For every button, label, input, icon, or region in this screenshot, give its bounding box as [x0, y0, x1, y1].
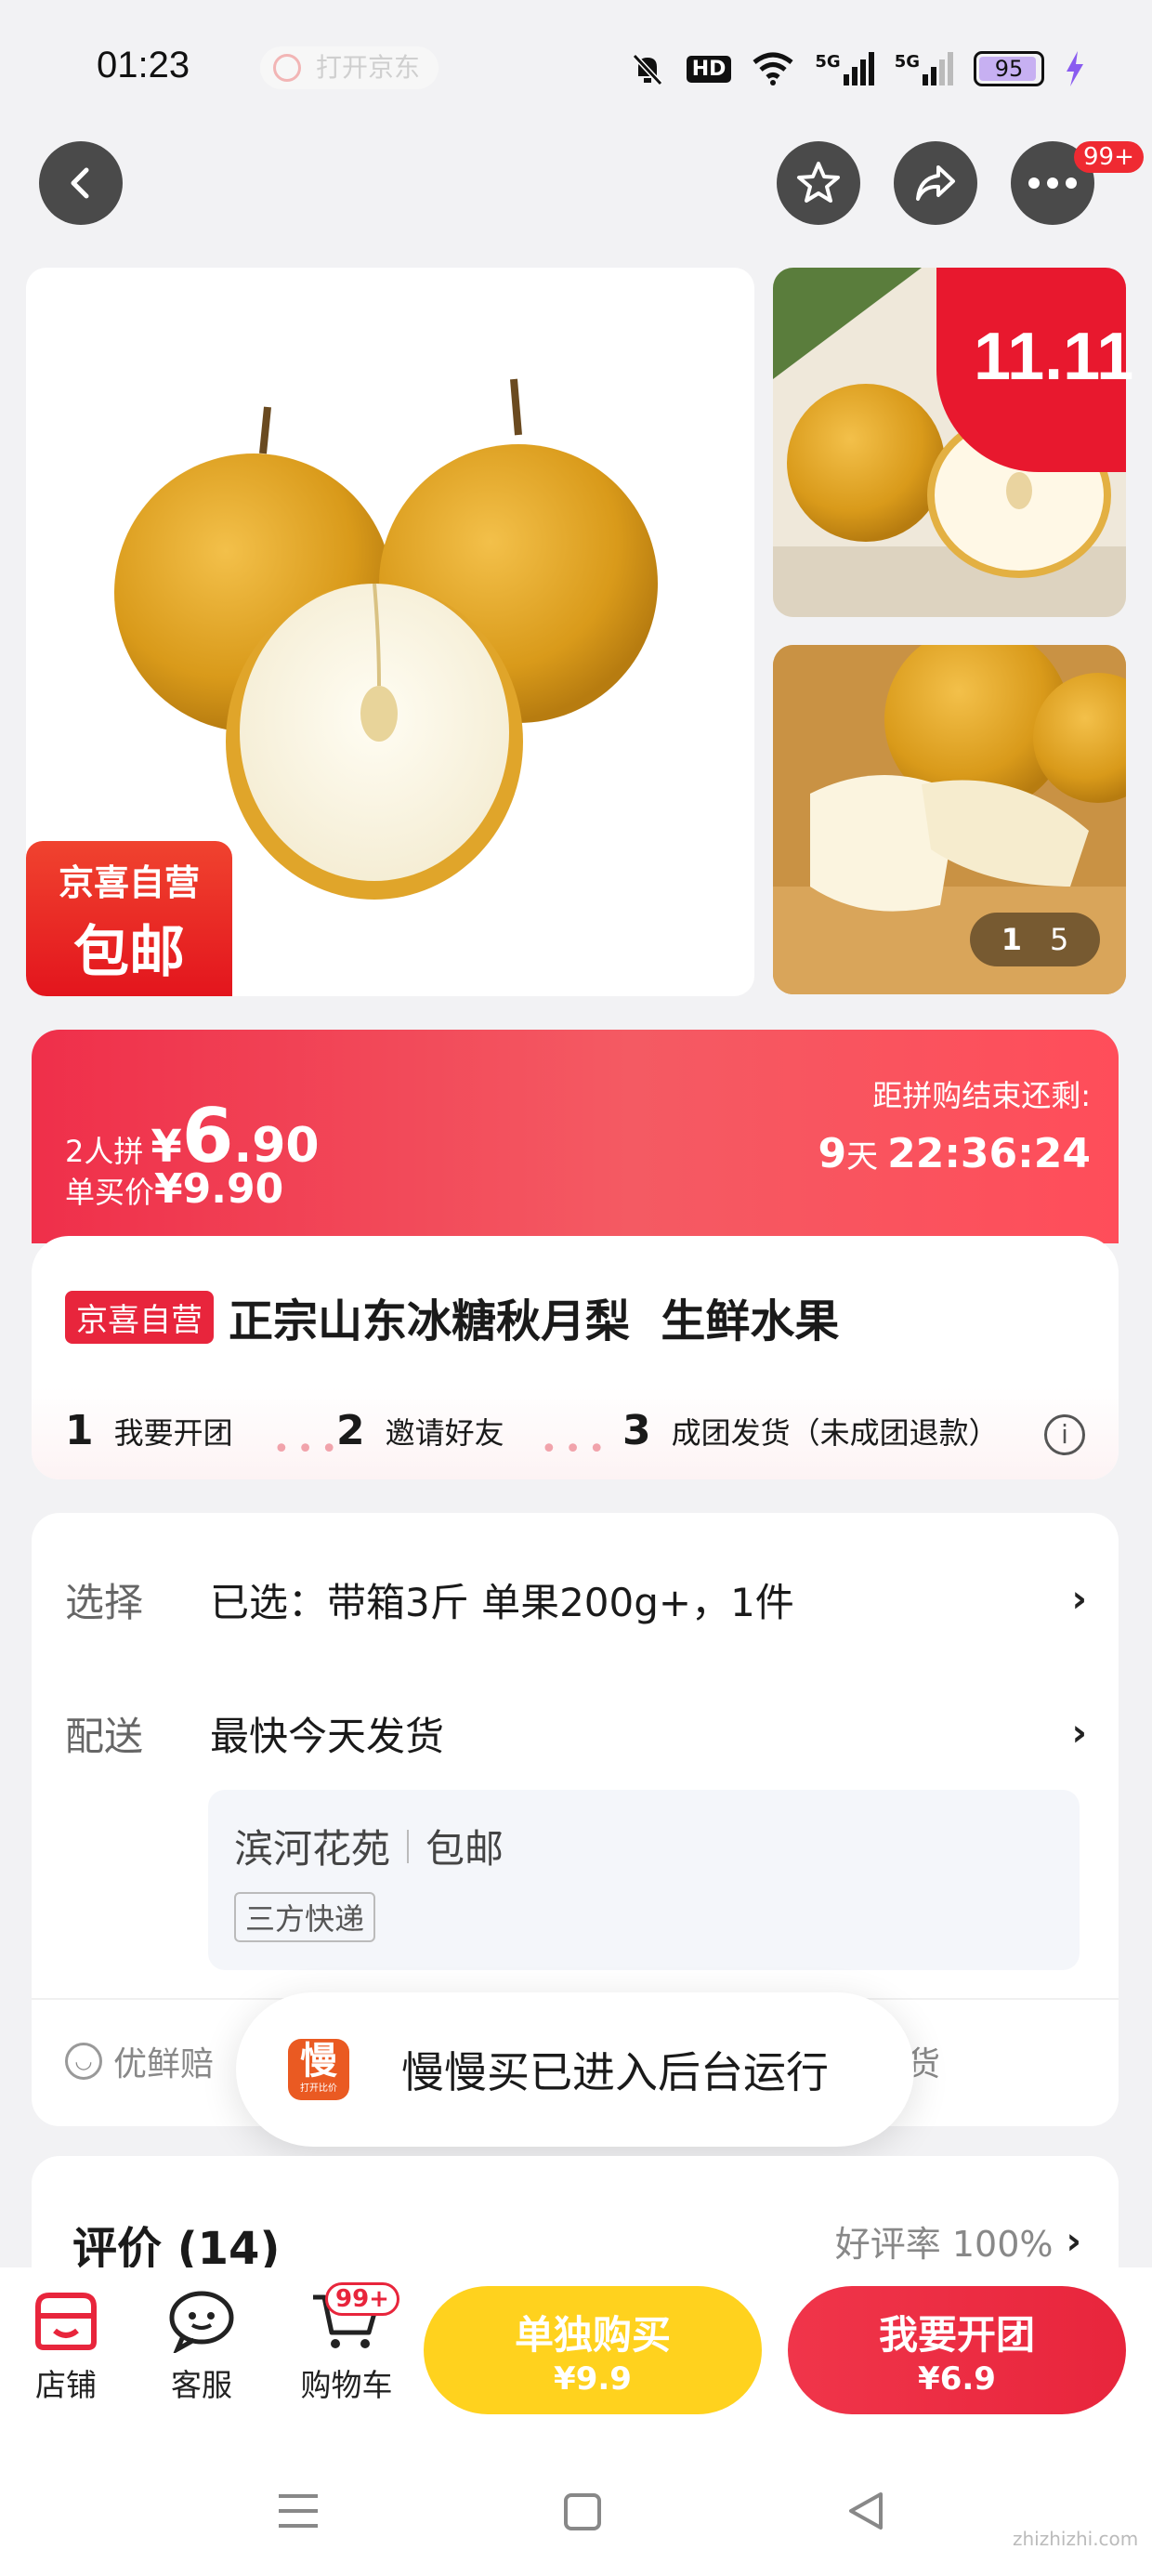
open-jd-label: 打开京东: [316, 52, 421, 83]
share-icon: [916, 165, 955, 201]
open-jd-pill[interactable]: 打开京东: [260, 46, 439, 89]
back-nav-button[interactable]: [845, 2491, 886, 2535]
buy-alone-price: ¥9.9: [554, 2359, 632, 2398]
toast-message: 慢慢买已进入后台运行: [401, 2047, 829, 2097]
group-buy-price-banner: 2人拼 ¥ 6 .90 单买价 ¥9.90 距拼购结束还剩: 9 天 22:36…: [32, 1030, 1119, 1243]
chevron-right-icon: ›: [1071, 1578, 1087, 1621]
charging-icon: [1067, 51, 1083, 86]
select-label: 选择: [65, 1579, 144, 1625]
watermark: zhizhizhi.com: [1013, 2528, 1139, 2550]
cart-label: 购物车: [300, 2367, 393, 2403]
step-3: 3 成团发货（未成团退款）: [622, 1407, 999, 1454]
square-home-icon: [564, 2493, 601, 2530]
wifi-icon: [753, 52, 793, 85]
image-page-indicator: 1 5: [970, 913, 1100, 966]
shipping-text: 包邮: [425, 1826, 504, 1872]
share-button[interactable]: [894, 141, 977, 225]
shop-label: 店铺: [35, 2367, 97, 2403]
manmanmai-app-icon: 慢 打开比价: [288, 2039, 349, 2100]
guarantee-row[interactable]: ◡ 优鲜赔: [65, 2037, 214, 2085]
star-icon: [797, 162, 840, 203]
group-steps: 1 我要开团 ••• 2 邀请好友 ••• 3 成团发货（未成团退款） i: [32, 1387, 1119, 1479]
countdown-label: 距拼购结束还剩:: [872, 1078, 1091, 1113]
cart-badge: 99+: [325, 2282, 399, 2316]
more-dots-icon: [1028, 177, 1077, 189]
badge-line1: 京喜自营: [58, 862, 200, 903]
smile-icon: ◡: [65, 2043, 102, 2080]
select-row[interactable]: 选择 已选：带箱3斤 单果200g+，1件 ›: [65, 1567, 1087, 1632]
back-button[interactable]: [39, 141, 123, 225]
favorite-button[interactable]: [777, 141, 860, 225]
menu-nav-button[interactable]: [277, 2492, 320, 2533]
single-price: ¥9.90: [154, 1165, 284, 1213]
chevron-left-icon: [71, 167, 89, 199]
menu-icon: [279, 2494, 318, 2528]
select-value: 已选：带箱3斤 单果200g+，1件: [210, 1579, 794, 1625]
shop-icon: [35, 2293, 97, 2350]
jd-logo-icon: [273, 54, 301, 82]
status-time: 01:23: [97, 45, 190, 85]
double-eleven-badge: 11.11: [936, 268, 1133, 472]
step-1: 1 我要开团: [65, 1407, 233, 1454]
triangle-back-icon: [849, 2492, 883, 2530]
signal-2-icon: 5G: [895, 52, 953, 85]
chevron-right-icon: ›: [1071, 1712, 1087, 1755]
home-nav-button[interactable]: [563, 2492, 602, 2535]
countdown-days-unit: 天: [846, 1138, 879, 1176]
divider: [407, 1829, 410, 1863]
hd-icon: HD: [686, 55, 732, 83]
step-dots-1: •••: [273, 1433, 346, 1465]
group-buy-label: 我要开团: [878, 2311, 1035, 2358]
status-icons: HD 5G 5G 95: [629, 46, 1085, 91]
jingxi-self-operated-badge: 京喜自营 包邮: [26, 841, 232, 996]
product-tag: 京喜自营: [65, 1290, 214, 1344]
buy-alone-button[interactable]: 单独购买 ¥9.9: [424, 2286, 762, 2414]
chevron-right-icon: ›: [1066, 2219, 1081, 2263]
page-current: 1: [1001, 922, 1022, 957]
battery-icon: 95: [974, 51, 1044, 86]
delivery-value: 最快今天发货: [210, 1713, 445, 1759]
signal-1-icon: 5G: [815, 52, 874, 85]
double-eleven-text: 11.11: [974, 320, 1134, 394]
more-badge: 99+: [1074, 141, 1144, 173]
courier-tag: 三方快递: [234, 1892, 376, 1942]
countdown-time: 22:36:24: [887, 1130, 1091, 1177]
group-buy-price: ¥6.9: [918, 2359, 996, 2398]
step-2: 2 邀请好友: [336, 1407, 504, 1454]
chat-bubble-icon: [169, 2291, 234, 2355]
start-group-button[interactable]: 我要开团 ¥6.9: [788, 2286, 1126, 2414]
countdown-days: 9: [818, 1130, 847, 1177]
product-title: 正宗山东冰糖秋月梨 生鲜水果: [229, 1295, 840, 1347]
address-box[interactable]: 滨河花苑 包邮 三方快递: [208, 1790, 1080, 1970]
info-icon[interactable]: i: [1044, 1414, 1085, 1455]
shop-button[interactable]: 店铺: [15, 2288, 117, 2405]
customer-service-button[interactable]: 客服: [151, 2288, 253, 2405]
step-dots-2: •••: [541, 1433, 613, 1465]
buy-alone-label: 单独购买: [514, 2311, 671, 2358]
badge-line2: 包邮: [73, 920, 185, 985]
service-label: 客服: [171, 2367, 232, 2403]
delivery-row[interactable]: 配送 最快今天发货 ›: [65, 1701, 1087, 1766]
background-running-toast: 慢 打开比价 慢慢买已进入后台运行: [236, 1992, 914, 2147]
address-text: 滨河花苑: [234, 1826, 391, 1872]
good-rate[interactable]: 好评率 100% ›: [835, 2215, 1081, 2267]
single-price-label: 单买价: [65, 1175, 155, 1210]
product-title-card: 京喜自营 正宗山东冰糖秋月梨 生鲜水果 1 我要开团 ••• 2 邀请好友 ••…: [32, 1236, 1119, 1479]
page-total: 5: [1049, 922, 1069, 957]
bottom-action-bar: 店铺 客服 购物车 99+ 单独购买 ¥9.9 我要开团 ¥6.9 zhizhi…: [0, 2267, 1152, 2576]
mute-bell-icon: [632, 53, 662, 86]
status-bar: 01:23 打开京东 HD 5G 5G 95: [0, 0, 1152, 139]
guarantee-1: 优鲜赔: [113, 2045, 215, 2083]
delivery-label: 配送: [65, 1713, 144, 1759]
